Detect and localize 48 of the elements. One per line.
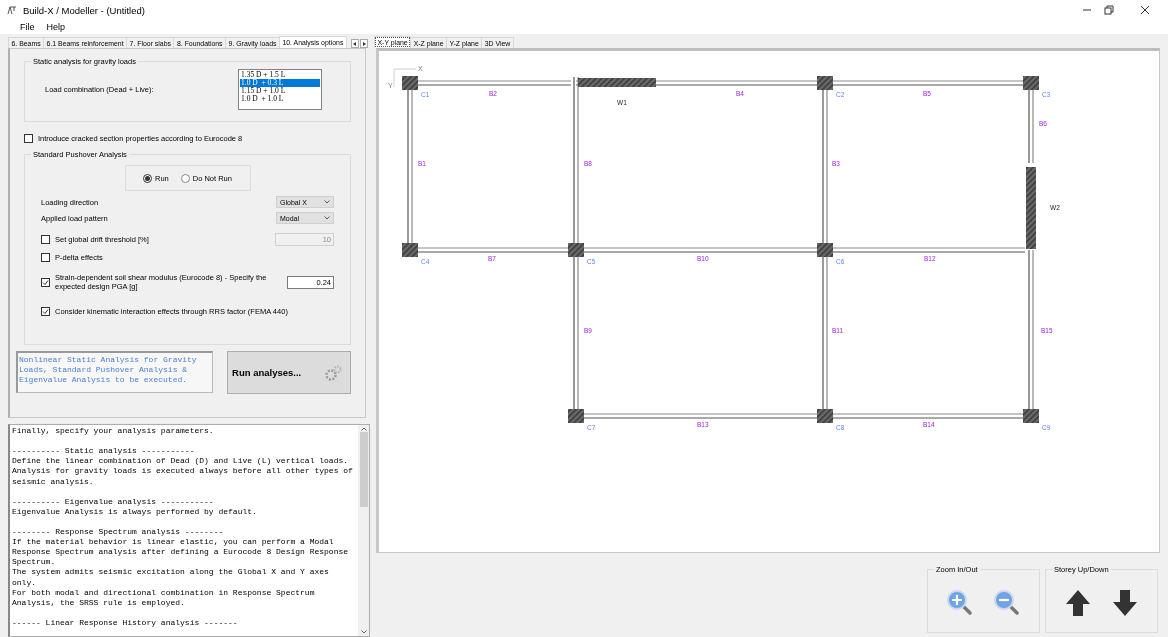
check-icon [42,278,49,286]
checkbox[interactable] [41,235,50,244]
scroll-left-button[interactable] [351,39,359,48]
column [817,409,833,423]
column [568,243,584,257]
zoom-in-button[interactable] [945,589,974,617]
menu-item[interactable]: File [20,22,35,32]
axis-icon [393,68,417,88]
app-icon [7,5,17,15]
scroll-right-button[interactable] [360,39,368,48]
checkbox[interactable] [41,253,50,262]
help-paragraph: ---------- Eigenvalue analysis ----------- Eigenvalue Analysis is always performed by default. [12,496,258,517]
chevron-down-icon [324,216,330,220]
column [817,76,833,90]
restore-button[interactable] [1104,5,1114,15]
close-icon [1140,5,1150,15]
radio-button[interactable] [143,173,152,183]
storey-up-button[interactable] [1064,589,1091,617]
run-analyses-button[interactable]: Run analyses... [227,351,351,394]
zoom-out-button[interactable] [993,589,1022,617]
column [402,76,418,90]
summary-text: Nonlinear Static Analysis for Gravity Loads, Standard Pushover Analysis & Eigenvalue Analysis to be executed. [16,351,214,393]
column [402,243,418,257]
checkbox[interactable] [41,277,50,287]
chevron-down-icon[interactable] [360,630,367,634]
radio-button[interactable] [180,173,190,183]
gears-icon [324,364,342,381]
checkbox[interactable] [24,134,33,143]
checkbox[interactable] [41,307,50,316]
triangle-left-icon [353,41,357,46]
chevron-up-icon[interactable] [360,427,367,432]
column [568,409,584,423]
column [1023,409,1039,423]
help-paragraph: -------- Response Spectrum analysis -------- If the material behavior is linear elastic, you can perform a Modal Response Spectrum analysis after defining a Eurocode 8 Design Response Spectrum. The system admits seismic excitation along the Global X and Y axes only. For both modal and directional combination in Response Spectrum Analysis, the SRSS rule is employed. [12,527,350,608]
scrollbar[interactable] [358,425,369,636]
help-paragraph: ---------- Static analysis ----------- Define the linear combination of Dead (D) and Live (L) vertical loads. Analysis for gravity loads is executed always before all other types of seismic analysis. [12,446,354,487]
column [817,243,833,257]
chevron-down-icon [324,200,330,204]
triangle-right-icon [362,41,366,46]
help-paragraph: Finally, specify your analysis parameters. [12,426,215,437]
close-button[interactable] [1140,5,1150,15]
window-title: Build-X / Modeller - (Untitled) [23,4,146,16]
menu-item[interactable]: Help [46,22,66,32]
storey-down-button[interactable] [1112,589,1139,617]
restore-icon [1104,5,1114,15]
help-paragraph: ------ Linear Response History analysis ------- [12,617,239,628]
check-icon [42,308,49,315]
column [1023,76,1039,90]
